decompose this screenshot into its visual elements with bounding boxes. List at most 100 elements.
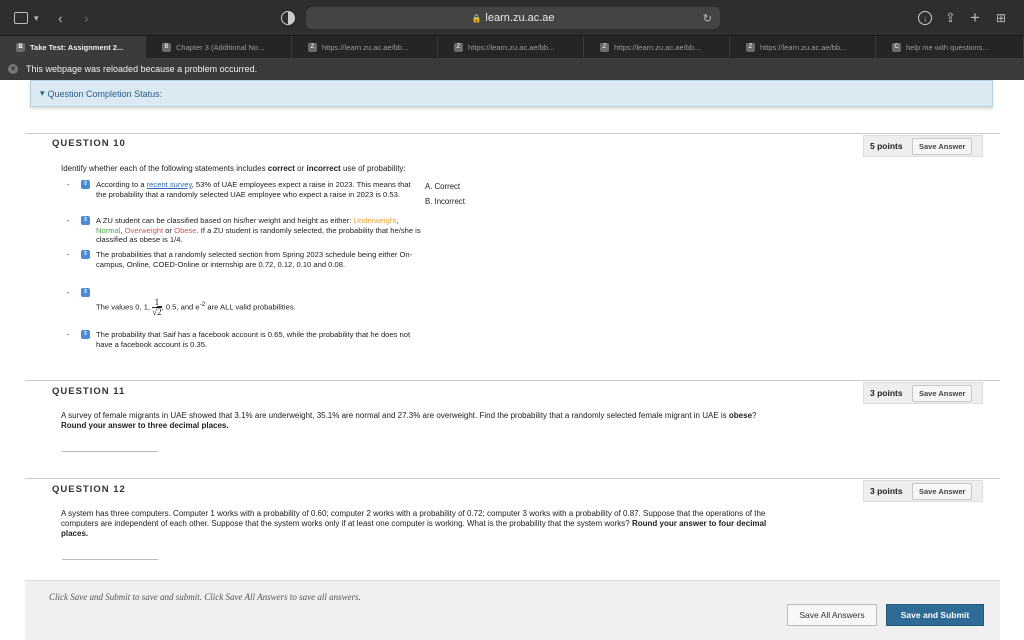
- question-12-answer-input[interactable]: [62, 546, 158, 560]
- fraction-denominator: √2: [152, 306, 162, 317]
- statement-text: The values 0, 1, 1 √2 , 0.5, and e-2 are…: [96, 288, 422, 317]
- question-11-text: A survey of female migrants in UAE showe…: [61, 411, 771, 431]
- points-label: 3 points: [870, 486, 903, 496]
- statement-text: According to a recent survey, 53% of UAE…: [96, 180, 422, 199]
- address-bar[interactable]: 🔒 learn.zu.ac.ae ↻: [306, 7, 720, 29]
- new-tab-icon[interactable]: +: [970, 8, 980, 27]
- lock-icon: 🔒: [471, 13, 482, 23]
- prompt-bold: correct: [267, 164, 295, 173]
- option-a: A. Correct: [425, 182, 461, 191]
- tab-help[interactable]: Chelp me with questions...: [876, 36, 1024, 58]
- tab-label: https://learn.zu.ac.ae/bb...: [322, 42, 409, 52]
- favicon-icon: Z: [600, 42, 609, 52]
- normal-term: Normal: [96, 225, 121, 235]
- select-arrow-icon[interactable]: ⇕: [81, 180, 90, 189]
- save-answer-button[interactable]: Save Answer: [912, 482, 973, 500]
- favicon-icon: B: [162, 42, 171, 52]
- select-arrow-icon[interactable]: ⇕: [81, 250, 90, 259]
- text: are ALL valid probabilities.: [205, 302, 296, 312]
- question-10-title: QUESTION 10: [52, 138, 126, 149]
- statement-text: The probability that Saif has a facebook…: [96, 330, 411, 349]
- answer-select[interactable]: -: [67, 216, 70, 226]
- tab-take-test[interactable]: B Take Test: Assignment 2...: [0, 36, 146, 58]
- question-12-divider: [25, 478, 1000, 479]
- overweight-term: Overweight: [124, 225, 164, 235]
- tab-overview-icon[interactable]: ⊞: [996, 9, 1006, 27]
- answer-select[interactable]: -: [67, 180, 70, 190]
- question-12-title: QUESTION 12: [52, 484, 126, 495]
- statement-1: - ⇕ According to a recent survey, 53% of …: [62, 180, 422, 199]
- text: , 0.5, and e: [161, 302, 200, 312]
- select-arrow-icon[interactable]: ⇕: [81, 330, 90, 339]
- prompt-text: Identify whether each of the following s…: [61, 164, 268, 173]
- reload-message: This webpage was reloaded because a prob…: [26, 64, 258, 74]
- tab-chapter-3[interactable]: B Chapter 3 (Additional No...: [146, 36, 292, 58]
- favicon-icon: B: [16, 42, 25, 52]
- save-and-submit-button[interactable]: Save and Submit: [886, 604, 984, 626]
- browser-toolbar: ▾ ‹ › 🔒 learn.zu.ac.ae ↻ ↓ ⇪ + ⊞: [0, 0, 1024, 36]
- tab-label: Chapter 3 (Additional No...: [176, 42, 265, 52]
- underweight-term: Underweight: [353, 216, 397, 225]
- select-arrow-icon[interactable]: ⇕: [81, 216, 90, 225]
- forward-icon[interactable]: ›: [84, 9, 89, 27]
- download-icon[interactable]: ↓: [918, 11, 932, 25]
- question-11-title: QUESTION 11: [52, 386, 126, 397]
- answer-select[interactable]: -: [67, 288, 70, 298]
- text-bold: obese: [728, 411, 753, 420]
- save-answer-button[interactable]: Save Answer: [912, 137, 973, 155]
- statement-text: The probabilities that a randomly select…: [96, 250, 413, 269]
- recent-survey-link[interactable]: recent survey: [147, 180, 192, 189]
- chevron-down-icon: ▾: [40, 88, 45, 98]
- share-icon[interactable]: ⇪: [945, 9, 956, 27]
- privacy-shield-icon[interactable]: [281, 11, 295, 25]
- back-icon[interactable]: ‹: [58, 9, 63, 27]
- answer-options: A. Correct B. Incorrect: [425, 179, 465, 209]
- text: or: [165, 225, 173, 235]
- save-all-answers-button[interactable]: Save All Answers: [787, 604, 877, 626]
- save-answer-button[interactable]: Save Answer: [912, 384, 973, 402]
- status-label: Question Completion Status:: [47, 88, 163, 99]
- answer-select[interactable]: -: [67, 330, 70, 340]
- close-icon[interactable]: ✕: [8, 64, 18, 74]
- obese-term: Obese: [174, 225, 197, 235]
- favicon-icon: Z: [308, 42, 317, 52]
- tab-label: Take Test: Assignment 2...: [30, 42, 124, 52]
- points-label: 3 points: [870, 388, 903, 398]
- favicon-icon: C: [892, 42, 901, 52]
- question-10-prompt: Identify whether each of the following s…: [61, 164, 561, 174]
- text: A ZU student can be classified based on …: [96, 216, 354, 225]
- prompt-text: use of probability:: [340, 164, 406, 173]
- answer-select[interactable]: -: [67, 250, 70, 260]
- statement-2: - ⇕ A ZU student can be classified based …: [62, 216, 422, 245]
- reload-banner: ✕ This webpage was reloaded because a pr…: [0, 58, 1024, 80]
- sidebar-icon[interactable]: [14, 12, 28, 24]
- prompt-bold: incorrect: [306, 164, 341, 173]
- text: A survey of female migrants in UAE showe…: [61, 411, 729, 420]
- statement-text: A ZU student can be classified based on …: [96, 216, 421, 244]
- favicon-icon: Z: [746, 42, 755, 52]
- tab-bar: B Take Test: Assignment 2... B Chapter 3 (…: [0, 36, 1024, 58]
- tab-learn-4[interactable]: Zhttps://learn.zu.ac.ae/bb...: [730, 36, 876, 58]
- tab-learn-1[interactable]: Zhttps://learn.zu.ac.ae/bb...: [292, 36, 438, 58]
- submit-instructions: Click Save and Submit to save and submit…: [49, 592, 361, 602]
- reload-icon[interactable]: ↻: [703, 12, 712, 25]
- question-completion-status[interactable]: ▾ Question Completion Status:: [30, 80, 993, 107]
- statement-4: - ⇕ The values 0, 1, 1 √2 , 0.5, and e-2 …: [62, 288, 422, 318]
- select-arrow-icon[interactable]: ⇕: [81, 288, 90, 297]
- option-b: B. Incorrect: [425, 197, 465, 206]
- question-11-answer-input[interactable]: [62, 438, 158, 452]
- statement-3: - ⇕ The probabilities that a randomly sel…: [62, 250, 422, 269]
- favicon-icon: Z: [454, 42, 463, 52]
- url-text: learn.zu.ac.ae: [485, 12, 555, 24]
- fraction: 1 √2: [152, 298, 162, 317]
- tab-learn-3[interactable]: Zhttps://learn.zu.ac.ae/bb...: [584, 36, 730, 58]
- submit-footer: Click Save and Submit to save and submit…: [25, 580, 1000, 640]
- tab-learn-2[interactable]: Zhttps://learn.zu.ac.ae/bb...: [438, 36, 584, 58]
- page-content: ▾ Question Completion Status: QUESTION 1…: [0, 80, 1024, 640]
- text: ?: [752, 411, 757, 420]
- text: According to a: [96, 180, 147, 189]
- statement-5: - ⇕ The probability that Saif has a faceb…: [62, 330, 422, 349]
- points-label: 5 points: [870, 141, 903, 151]
- text-bold: Round your answer to three decimal place…: [61, 421, 229, 430]
- chevron-down-icon[interactable]: ▾: [34, 9, 39, 27]
